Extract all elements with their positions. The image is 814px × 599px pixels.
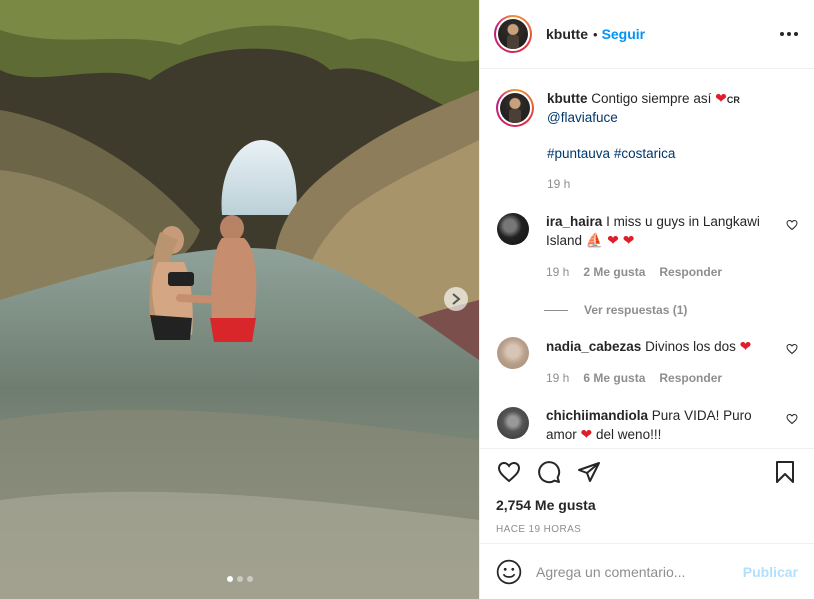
comments-list[interactable]: kbutte Contigo siempre así ❤CR @flaviafu… <box>480 70 814 448</box>
emoji-picker-icon[interactable] <box>496 559 522 585</box>
comment-username[interactable]: nadia_cabezas <box>546 339 641 354</box>
publish-button[interactable]: Publicar <box>743 564 798 580</box>
caption-text: Contigo siempre así <box>591 91 712 106</box>
carousel-dot <box>246 576 253 582</box>
more-options-icon[interactable] <box>780 32 798 36</box>
chevron-right-icon <box>452 293 461 305</box>
comment-item: chichiimandiola Pura VIDA! Puro amor ❤ d… <box>496 407 798 444</box>
flag-cr-icon: CR <box>726 95 740 105</box>
author-username[interactable]: kbutte <box>546 26 588 42</box>
carousel-indicator <box>0 576 479 582</box>
post-photo[interactable] <box>0 0 479 599</box>
post-actions: 2,754 Me gusta HACE 19 HORAS <box>480 448 814 535</box>
follow-button[interactable]: Seguir <box>602 26 646 42</box>
like-count[interactable]: 2,754 Me gusta <box>496 497 798 513</box>
comment-time: 19 h <box>546 371 570 385</box>
emoji-icon: ⛵ ❤ ❤ <box>585 232 635 248</box>
comment-item: nadia_cabezas Divinos los dos ❤ 19 h 6 M… <box>496 337 798 387</box>
comment-heart-icon[interactable] <box>786 413 798 428</box>
view-replies-button[interactable]: Ver respuestas (1) <box>544 303 798 317</box>
comment-username[interactable]: chichiimandiola <box>546 408 648 423</box>
author-avatar[interactable] <box>494 15 532 53</box>
reply-button[interactable]: Responder <box>659 369 722 387</box>
save-bookmark-icon[interactable] <box>772 459 798 485</box>
comment-item: ira_haira I miss u guys in Langkawi Isla… <box>496 213 798 281</box>
mention-link[interactable]: @flaviafuce <box>547 110 618 125</box>
commenter-avatar[interactable] <box>497 337 529 369</box>
share-paper-plane-icon[interactable] <box>576 459 602 485</box>
post-caption: kbutte Contigo siempre así ❤CR @flaviafu… <box>496 70 798 193</box>
carousel-dot <box>226 576 233 582</box>
post-timestamp: HACE 19 HORAS <box>496 524 582 535</box>
view-replies-label[interactable]: Ver respuestas (1) <box>584 303 687 317</box>
carousel-dot <box>236 576 243 582</box>
comment-bubble-icon[interactable] <box>536 459 562 485</box>
caption-time: 19 h <box>547 177 571 191</box>
post-header: kbutte • Seguir <box>480 0 814 69</box>
comment-heart-icon[interactable] <box>786 219 798 234</box>
comment-likes[interactable]: 6 Me gusta <box>583 369 645 387</box>
heart-emoji-icon: ❤ <box>739 338 752 354</box>
comment-input[interactable] <box>536 563 736 580</box>
reply-button[interactable]: Responder <box>659 263 722 281</box>
header-separator: • <box>593 26 598 42</box>
comment-text-tail: del weno!!! <box>596 427 662 442</box>
next-photo-button[interactable] <box>444 287 468 311</box>
hashtag-link[interactable]: #puntauva <box>547 146 610 161</box>
comment-username[interactable]: ira_haira <box>546 214 602 229</box>
hashtag-link[interactable]: #costarica <box>614 146 676 161</box>
comment-time: 19 h <box>546 265 570 279</box>
comment-composer: Publicar <box>480 543 814 599</box>
caption-username[interactable]: kbutte <box>547 91 588 106</box>
post-image <box>0 0 479 599</box>
like-heart-icon[interactable] <box>496 459 522 485</box>
commenter-avatar[interactable] <box>497 213 529 245</box>
comment-text: Divinos los dos <box>645 339 736 354</box>
comment-heart-icon[interactable] <box>786 343 798 358</box>
post-side-panel: kbutte • Seguir kbutte Contigo siempre a… <box>479 0 814 599</box>
heart-emoji-icon: ❤ <box>580 426 593 442</box>
heart-emoji-icon: ❤ <box>715 90 727 106</box>
comment-likes[interactable]: 2 Me gusta <box>583 263 645 281</box>
commenter-avatar[interactable] <box>497 407 529 439</box>
caption-avatar[interactable] <box>496 89 534 127</box>
